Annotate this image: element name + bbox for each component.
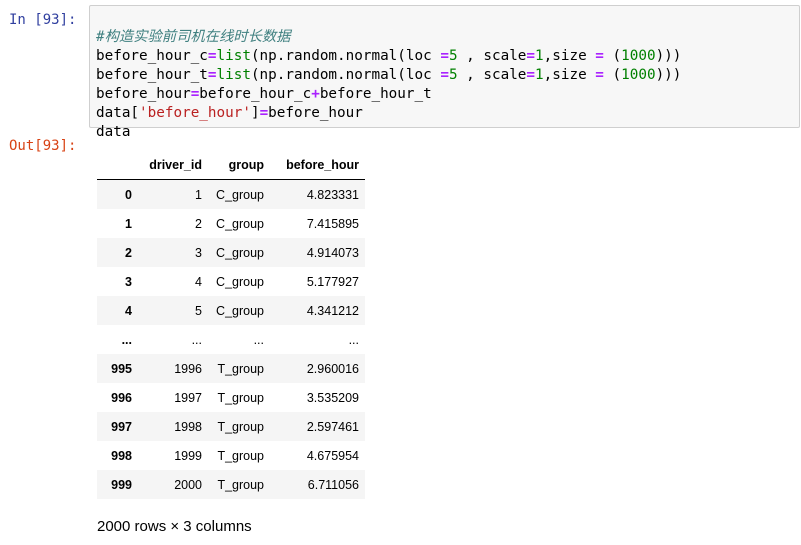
driver-id-cell: ... <box>191 332 202 347</box>
driver-id-cell: 2 <box>195 216 202 231</box>
group-cell: C_group <box>216 245 264 260</box>
column-header-before-hour: before_hour <box>270 151 365 180</box>
row-index: 1 <box>125 216 132 231</box>
dataframe-shape-text: 2000 rows × 3 columns <box>97 518 252 535</box>
driver-id-cell: 1998 <box>174 419 202 434</box>
code-line-2: before_hour_c=list(np.random.normal(loc … <box>96 48 682 64</box>
driver-id-cell: 5 <box>195 303 202 318</box>
before-hour-cell: 4.823331 <box>306 187 359 202</box>
code-line-5: data['before_hour']=before_hour <box>96 105 363 121</box>
table-row: 995 1996 T_group 2.960016 <box>97 354 365 383</box>
row-index: 999 <box>111 477 132 492</box>
row-index: 3 <box>125 274 132 289</box>
code-comment: #构造实验前司机在线时长数据 <box>96 29 291 45</box>
input-prompt: In [93]: <box>9 12 77 28</box>
row-index: 995 <box>111 361 132 376</box>
code-cell-input[interactable]: #构造实验前司机在线时长数据 before_hour_c=list(np.ran… <box>89 5 800 140</box>
row-index: 998 <box>111 448 132 463</box>
table-row: 999 2000 T_group 6.711056 <box>97 470 365 499</box>
group-cell: T_group <box>217 361 264 376</box>
before-hour-cell: 5.177927 <box>306 274 359 289</box>
group-cell: T_group <box>217 419 264 434</box>
before-hour-cell: 4.914073 <box>306 245 359 260</box>
before-hour-cell: 4.341212 <box>306 303 359 318</box>
driver-id-cell: 3 <box>195 245 202 260</box>
table-header-row: driver_id group before_hour <box>97 151 365 180</box>
driver-id-cell: 1 <box>195 187 202 202</box>
before-hour-cell: 7.415895 <box>306 216 359 231</box>
table-row: 1 2 C_group 7.415895 <box>97 209 365 238</box>
driver-id-cell: 1999 <box>174 448 202 463</box>
driver-id-cell: 1996 <box>174 361 202 376</box>
column-header-group: group <box>208 151 270 180</box>
before-hour-cell: ... <box>348 332 359 347</box>
table-row-ellipsis: ............ <box>97 325 365 354</box>
table-row: 4 5 C_group 4.341212 <box>97 296 365 325</box>
table-row: 998 1999 T_group 4.675954 <box>97 441 365 470</box>
column-header-driver-id: driver_id <box>138 151 208 180</box>
driver-id-cell: 1997 <box>174 390 202 405</box>
dataframe-table: driver_id group before_hour 0 1 C_group 4.8… <box>97 151 365 499</box>
row-index: 996 <box>111 390 132 405</box>
group-cell: T_group <box>217 477 264 492</box>
before-hour-cell: 6.711056 <box>307 477 359 492</box>
driver-id-cell: 2000 <box>174 477 202 492</box>
row-index: 997 <box>111 419 132 434</box>
row-index: 2 <box>125 245 132 260</box>
before-hour-cell: 3.535209 <box>306 390 359 405</box>
code-line-6: data <box>96 124 131 140</box>
output-prompt: Out[93]: <box>9 138 77 154</box>
group-cell: C_group <box>216 303 264 318</box>
code-line-4: before_hour=before_hour_c+before_hour_t <box>96 86 432 102</box>
index-header <box>97 151 138 180</box>
group-cell: ... <box>253 332 264 347</box>
driver-id-cell: 4 <box>195 274 202 289</box>
group-cell: C_group <box>216 187 264 202</box>
before-hour-cell: 2.960016 <box>306 361 359 376</box>
table-row: 997 1998 T_group 2.597461 <box>97 412 365 441</box>
row-index: ... <box>121 332 132 347</box>
table-row: 996 1997 T_group 3.535209 <box>97 383 365 412</box>
group-cell: T_group <box>217 448 264 463</box>
code-line-3: before_hour_t=list(np.random.normal(loc … <box>96 67 682 83</box>
group-cell: C_group <box>216 274 264 289</box>
before-hour-cell: 4.675954 <box>306 448 359 463</box>
row-index: 4 <box>125 303 132 318</box>
table-row: 0 1 C_group 4.823331 <box>97 179 365 209</box>
table-row: 2 3 C_group 4.914073 <box>97 238 365 267</box>
before-hour-cell: 2.597461 <box>306 419 359 434</box>
row-index: 0 <box>125 187 132 202</box>
code-editor[interactable]: #构造实验前司机在线时长数据 before_hour_c=list(np.ran… <box>96 9 681 142</box>
group-cell: C_group <box>216 216 264 231</box>
group-cell: T_group <box>217 390 264 405</box>
table-row: 3 4 C_group 5.177927 <box>97 267 365 296</box>
